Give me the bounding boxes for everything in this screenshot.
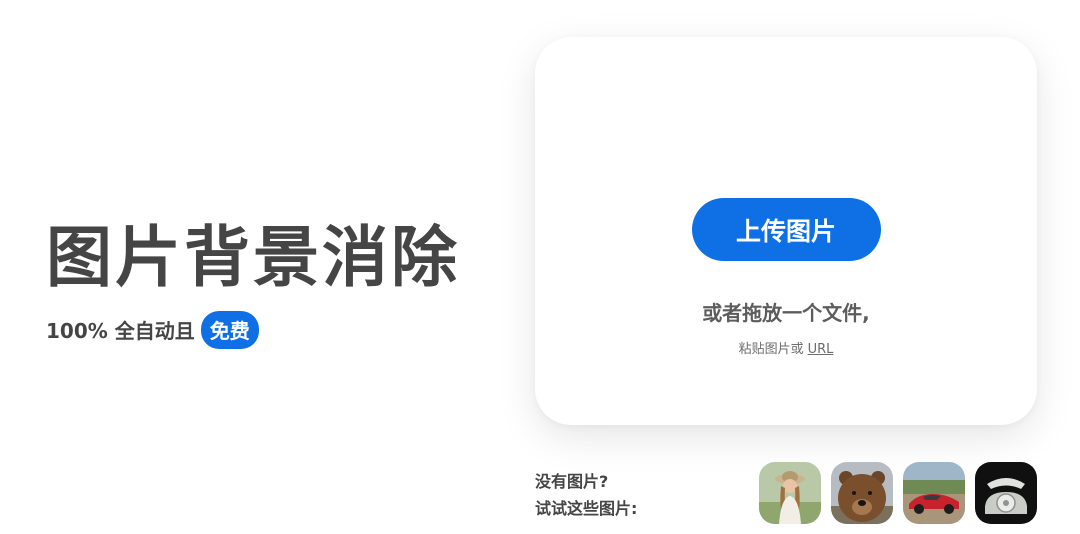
hero-section: 图片背景消除 100% 全自动且 免费: [46, 219, 460, 349]
subtitle-text: 100% 全自动且: [46, 319, 195, 344]
bear-photo-icon: [831, 462, 893, 524]
sample-thumbnails: [759, 462, 1037, 524]
subtitle: 100% 全自动且 免费: [46, 310, 460, 349]
sample-prompt: 没有图片? 试试这些图片:: [535, 468, 637, 522]
sample-thumbnail-woman[interactable]: [759, 462, 821, 524]
woman-photo-icon: [759, 462, 821, 524]
url-link[interactable]: URL: [808, 342, 834, 357]
page-title: 图片背景消除: [46, 219, 460, 296]
telephone-photo-icon: [975, 462, 1037, 524]
paste-text: 粘贴图片或: [738, 342, 804, 357]
free-badge: 免费: [200, 310, 259, 349]
sample-thumbnail-telephone[interactable]: [975, 462, 1037, 524]
sample-thumbnail-bear[interactable]: [831, 462, 893, 524]
sample-thumbnail-car[interactable]: [903, 462, 965, 524]
car-photo-icon: [903, 462, 965, 524]
upload-card[interactable]: 上传图片 或者拖放一个文件, 粘贴图片或 URL: [535, 37, 1037, 425]
paste-hint: 粘贴图片或 URL: [739, 338, 834, 357]
sample-prompt-line1: 没有图片?: [535, 472, 609, 491]
sample-prompt-line2: 试试这些图片:: [535, 499, 638, 518]
drop-file-text: 或者拖放一个文件,: [702, 301, 870, 325]
upload-image-button[interactable]: 上传图片: [691, 198, 881, 261]
